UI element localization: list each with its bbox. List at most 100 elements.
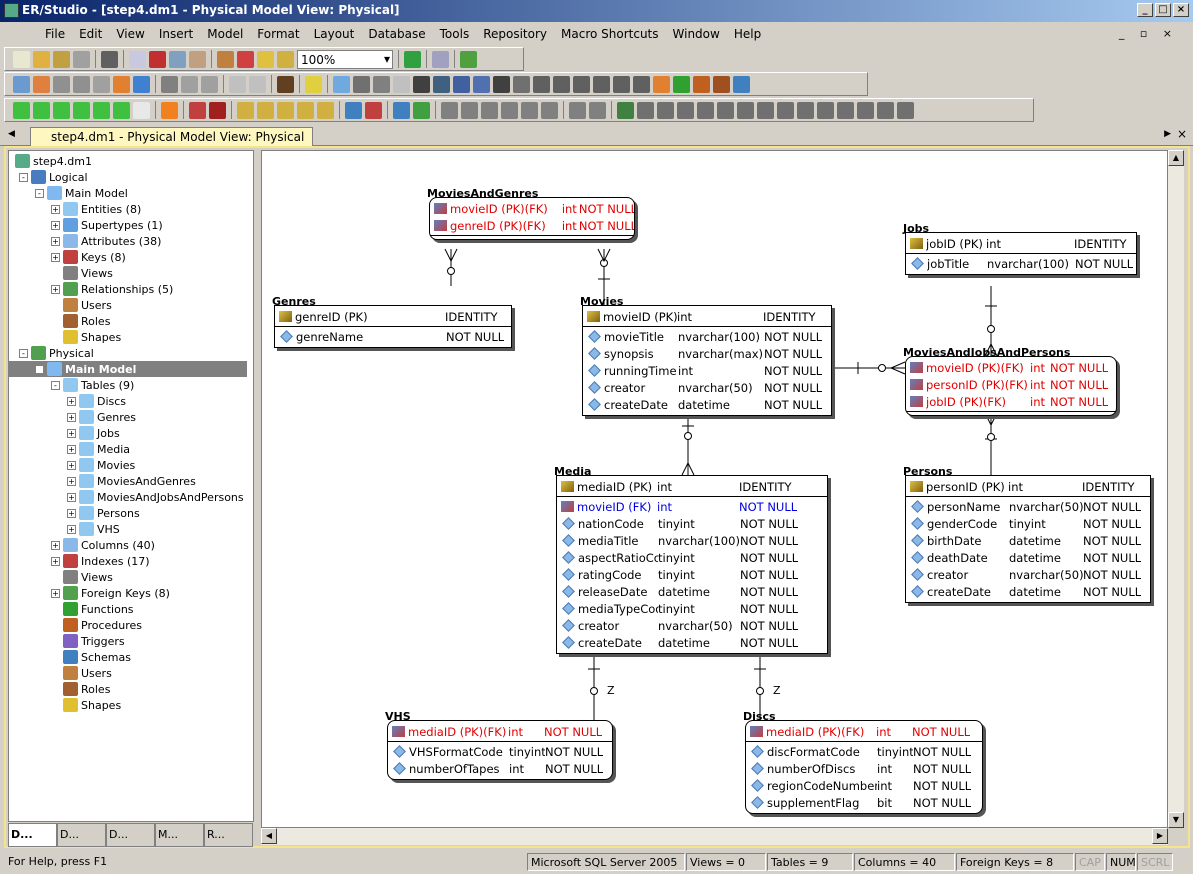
zoom-out-icon[interactable] [73, 75, 90, 93]
column-row[interactable]: jobTitle nvarchar(100) NOT NULL [906, 255, 1136, 272]
refresh-icon[interactable] [393, 101, 410, 119]
table-moviesandjobsandpersons[interactable]: movieID (PK)(FK) int NOT NULL personID (PK)… [905, 356, 1117, 416]
column-row[interactable]: jobID (PK)(FK) int NOT NULL [906, 393, 1116, 410]
tree-item[interactable]: + Columns (40) [51, 537, 155, 553]
minimize-button[interactable]: _ [1137, 3, 1153, 17]
layout3-icon[interactable] [277, 101, 294, 119]
column-row[interactable]: movieID (PK) int IDENTITY [583, 308, 831, 325]
column-row[interactable]: genderCode tinyint NOT NULL [906, 515, 1150, 532]
drop-icon[interactable] [513, 75, 530, 93]
database-icon[interactable] [217, 50, 234, 68]
panel-tab[interactable]: D... [106, 823, 155, 847]
column-row[interactable]: movieTitle nvarchar(100) NOT NULL [583, 328, 831, 345]
tree-item[interactable]: + Media [67, 441, 130, 457]
g9-icon[interactable] [777, 101, 794, 119]
g7-icon[interactable] [737, 101, 754, 119]
rel7-icon[interactable] [493, 75, 510, 93]
tree-item[interactable]: + Genres [67, 409, 136, 425]
column-row[interactable]: personID (PK)(FK) int NOT NULL [906, 376, 1116, 393]
tree-item[interactable]: + Entities (8) [51, 201, 141, 217]
tree-item[interactable]: + Movies [67, 457, 135, 473]
table-media[interactable]: mediaID (PK) int IDENTITY movieID (FK) int NO… [556, 475, 828, 654]
column-row[interactable]: mediaID (PK) int IDENTITY [557, 478, 827, 495]
rel6-icon[interactable] [473, 75, 490, 93]
ellipse-icon[interactable] [33, 101, 50, 119]
expand-icon[interactable]: + [51, 252, 60, 262]
table-movies[interactable]: movieID (PK) int IDENTITY movieTitle nvarcha… [582, 305, 832, 416]
sql-icon[interactable] [237, 50, 254, 68]
pan-icon[interactable] [113, 75, 130, 93]
space1-icon[interactable] [569, 101, 586, 119]
arrow-icon[interactable] [161, 101, 178, 119]
undo-icon[interactable] [229, 75, 246, 93]
tree-item[interactable]: - Tables (9) [51, 377, 134, 393]
tree-item[interactable]: + Supertypes (1) [51, 217, 163, 233]
tree-item[interactable]: + VHS [67, 521, 120, 537]
shape1-icon[interactable] [533, 75, 550, 93]
menu-format[interactable]: Format [250, 27, 306, 41]
layout1-icon[interactable] [237, 101, 254, 119]
menu-window[interactable]: Window [666, 27, 727, 41]
expand-icon[interactable]: + [67, 396, 76, 406]
tree-icon[interactable] [653, 75, 670, 93]
globe-icon[interactable] [404, 50, 421, 68]
zoom-select[interactable]: 100% [297, 49, 393, 69]
column-row[interactable]: creator nvarchar(50) NOT NULL [583, 379, 831, 396]
column-row[interactable]: genreID (PK)(FK) int NOT NULL [430, 217, 634, 234]
g2-icon[interactable] [637, 101, 654, 119]
column-row[interactable]: movieID (PK)(FK) int NOT NULL [906, 359, 1116, 376]
close-button[interactable]: × [1173, 3, 1189, 17]
expand-icon[interactable]: + [67, 444, 76, 454]
menu-repository[interactable]: Repository [476, 27, 554, 41]
entity-icon[interactable] [333, 75, 350, 93]
column-row[interactable]: createDate datetime NOT NULL [906, 583, 1150, 600]
table-vhs[interactable]: mediaID (PK)(FK) int NOT NULL VHSFormatCode… [387, 720, 613, 780]
column-row[interactable]: discFormatCode tinyint NOT NULL [746, 743, 982, 760]
column-row[interactable]: VHSFormatCode tinyint NOT NULL [388, 743, 612, 760]
expand-icon[interactable]: + [67, 412, 76, 422]
tree-item[interactable]: Roles [63, 681, 110, 697]
menu-tools[interactable]: Tools [433, 27, 477, 41]
expand-icon[interactable]: + [67, 508, 76, 518]
expand-icon[interactable]: + [67, 460, 76, 470]
g12-icon[interactable] [837, 101, 854, 119]
layout2-icon[interactable] [257, 101, 274, 119]
g14-icon[interactable] [877, 101, 894, 119]
brush-icon[interactable] [277, 75, 294, 93]
report-icon[interactable] [169, 50, 186, 68]
expand-icon[interactable]: + [51, 220, 60, 230]
diagram-canvas[interactable]: ZZ MoviesAndGenres movieID (PK)(FK) int NOT… [261, 150, 1168, 828]
vertical-scrollbar[interactable]: ▲ ▼ [1168, 150, 1184, 828]
select-pointer-icon[interactable] [13, 75, 30, 93]
tree-item[interactable]: + MoviesAndJobsAndPersons [67, 489, 244, 505]
rel3-icon[interactable] [413, 75, 430, 93]
table-persons[interactable]: personID (PK) int IDENTITY personName nvarch… [905, 475, 1151, 603]
collapse-icon[interactable]: - [19, 172, 28, 182]
shape2-icon[interactable] [553, 75, 570, 93]
column-row[interactable]: createDate datetime NOT NULL [557, 634, 827, 651]
column-row[interactable]: ratingCode tinyint NOT NULL [557, 566, 827, 583]
tree-item[interactable]: - Logical [19, 169, 88, 185]
expand-icon[interactable]: + [67, 524, 76, 534]
tab-close-icon[interactable]: × [1177, 127, 1187, 141]
layout7-icon[interactable] [365, 101, 382, 119]
column-row[interactable]: deathDate datetime NOT NULL [906, 549, 1150, 566]
chart-icon[interactable] [257, 50, 274, 68]
g5-icon[interactable] [697, 101, 714, 119]
tree-item[interactable]: step4.dm1 [15, 153, 92, 169]
column-row[interactable]: mediaID (PK)(FK) int NOT NULL [746, 723, 982, 740]
tree-item[interactable]: + Relationships (5) [51, 281, 173, 297]
tree-item[interactable]: - Main Model [35, 185, 128, 201]
tree-item[interactable]: + Foreign Keys (8) [51, 585, 170, 601]
table-discs[interactable]: mediaID (PK)(FK) int NOT NULL discFormatCod… [745, 720, 983, 814]
column-row[interactable]: personID (PK) int IDENTITY [906, 478, 1150, 495]
column-row[interactable]: mediaID (PK)(FK) int NOT NULL [388, 723, 612, 740]
menu-macro-shortcuts[interactable]: Macro Shortcuts [554, 27, 666, 41]
list-icon[interactable] [305, 75, 322, 93]
tree-item[interactable]: - Physical [19, 345, 94, 361]
collapse-icon[interactable]: - [19, 348, 28, 358]
paste-icon[interactable] [201, 75, 218, 93]
align5-icon[interactable] [521, 101, 538, 119]
column-row[interactable]: mediaTypeCodetinyint NOT NULL [557, 600, 827, 617]
g6-icon[interactable] [717, 101, 734, 119]
